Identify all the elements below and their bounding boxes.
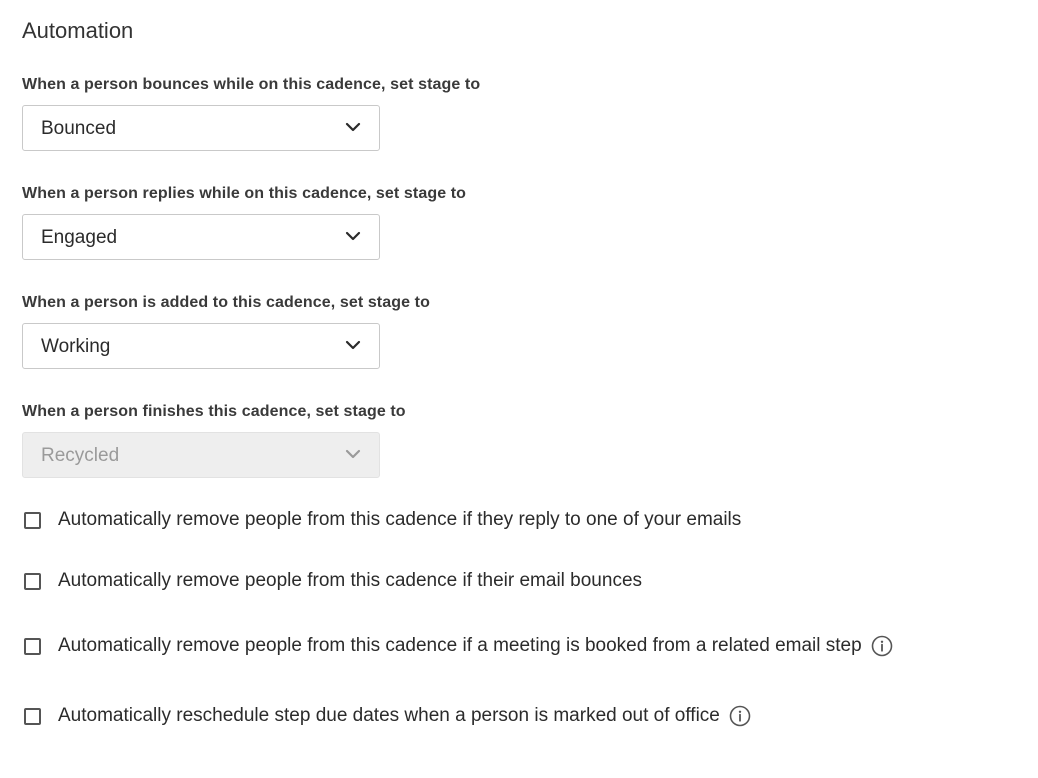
finished-stage-label: When a person finishes this cadence, set… <box>22 403 406 420</box>
automation-settings-panel: Automation When a person bounces while o… <box>0 0 1038 778</box>
bounce-stage-label: When a person bounces while on this cade… <box>22 76 481 93</box>
remove-on-bounce-checkbox[interactable] <box>24 572 41 590</box>
reply-stage-select[interactable]: Engaged <box>22 214 380 260</box>
remove-on-meeting-label: Automatically remove people from this ca… <box>58 635 862 656</box>
remove-on-reply-option[interactable]: Automatically remove people from this ca… <box>24 508 741 532</box>
chevron-down-icon <box>345 231 361 241</box>
info-circle-icon[interactable] <box>729 705 751 727</box>
remove-on-reply-checkbox[interactable] <box>24 511 41 529</box>
finished-stage-select: Recycled <box>22 432 380 478</box>
reschedule-ooo-label: Automatically reschedule step due dates … <box>58 705 720 726</box>
reply-stage-label: When a person replies while on this cade… <box>22 185 467 202</box>
remove-on-reply-label: Automatically remove people from this ca… <box>58 509 742 530</box>
remove-on-meeting-checkbox[interactable] <box>24 637 41 655</box>
remove-on-meeting-option[interactable]: Automatically remove people from this ca… <box>24 634 893 658</box>
reply-stage-value: Engaged <box>41 227 118 248</box>
reschedule-ooo-checkbox[interactable] <box>24 707 41 725</box>
info-circle-icon[interactable] <box>871 635 893 657</box>
remove-on-bounce-option[interactable]: Automatically remove people from this ca… <box>24 569 642 593</box>
chevron-down-icon <box>345 122 361 132</box>
finished-stage-value: Recycled <box>41 445 120 466</box>
chevron-down-icon <box>345 340 361 350</box>
section-title: Automation <box>22 18 134 43</box>
bounce-stage-select[interactable]: Bounced <box>22 105 380 151</box>
reschedule-ooo-option[interactable]: Automatically reschedule step due dates … <box>24 704 751 728</box>
added-stage-value: Working <box>41 336 111 357</box>
bounce-stage-value: Bounced <box>41 118 117 139</box>
added-stage-select[interactable]: Working <box>22 323 380 369</box>
chevron-down-icon <box>345 449 361 459</box>
remove-on-bounce-label: Automatically remove people from this ca… <box>58 570 643 591</box>
added-stage-label: When a person is added to this cadence, … <box>22 294 430 311</box>
